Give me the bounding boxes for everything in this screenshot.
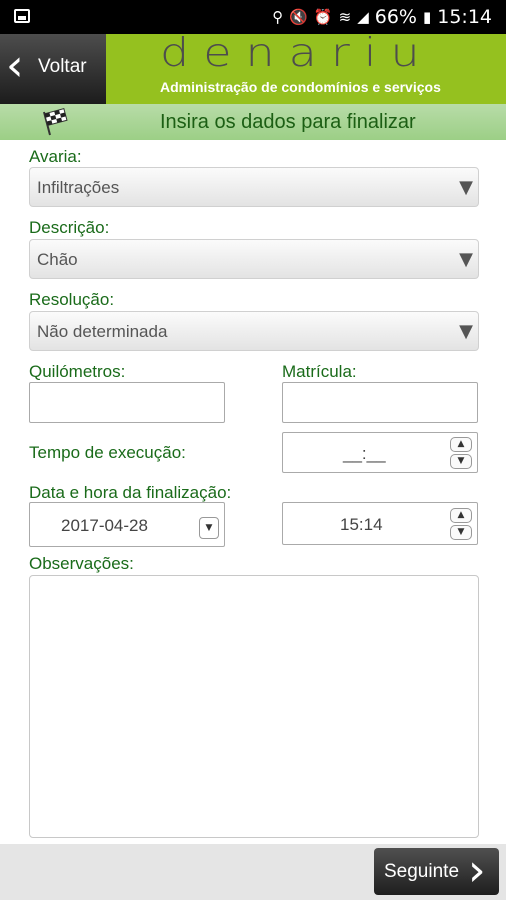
descricao-value: Chão (37, 250, 78, 269)
quilometros-label: Quilómetros: (29, 362, 126, 381)
back-button[interactable]: ‹ Voltar (0, 34, 106, 104)
spin-down-button[interactable]: ▼ (450, 454, 472, 469)
date-picker-button[interactable]: ▼ (199, 517, 219, 539)
gallery-notification-icon (14, 9, 30, 23)
avaria-select[interactable]: Infiltrações ▼ (29, 167, 479, 207)
battery-icon: ▮ (422, 8, 432, 26)
resolucao-value: Não determinada (37, 322, 168, 341)
back-button-label: Voltar (38, 56, 87, 77)
resolucao-select[interactable]: Não determinada ▼ (29, 311, 479, 351)
spin-down-button[interactable]: ▼ (450, 525, 472, 540)
date-value: 2017-04-28 (61, 516, 148, 535)
data-hora-label: Data e hora da finalização: (29, 483, 232, 502)
dropdown-arrow-icon: ▼ (459, 249, 473, 270)
banner-title: Insira os dados para finalizar (160, 111, 416, 133)
brand-logo: denariu (160, 29, 434, 76)
clock: 15:14 (437, 6, 492, 28)
descricao-label: Descrição: (29, 218, 110, 237)
battery-percent: 66% (374, 6, 417, 28)
brand-tagline: Administração de condomínios e serviços (160, 79, 441, 95)
resolucao-label: Resolução: (29, 290, 115, 309)
matricula-label: Matrícula: (282, 362, 357, 381)
dropdown-arrow-icon: ▼ (459, 321, 473, 342)
checkered-flag-icon (43, 108, 68, 136)
wifi-icon: ≋ (338, 8, 352, 26)
chevron-right-icon: › (468, 845, 486, 896)
next-button[interactable]: Seguinte › (374, 848, 499, 895)
matricula-input[interactable] (282, 382, 478, 423)
date-input[interactable]: 2017-04-28 ▼ (29, 502, 225, 547)
descricao-select[interactable]: Chão ▼ (29, 239, 479, 279)
tempo-input[interactable]: __:__ ▲ ▼ (282, 432, 478, 473)
alarm-icon: ⏰ (313, 8, 333, 26)
signal-icon: ◢ (357, 8, 369, 26)
mute-icon: 🔇 (289, 8, 308, 26)
avaria-label: Avaria: (29, 147, 82, 166)
chevron-left-icon: ‹ (6, 40, 24, 91)
tempo-label: Tempo de execução: (29, 443, 186, 462)
spin-up-button[interactable]: ▲ (450, 508, 472, 523)
observacoes-label: Observações: (29, 554, 134, 573)
time-input[interactable]: 15:14 ▲ ▼ (282, 502, 478, 545)
spin-up-button[interactable]: ▲ (450, 437, 472, 452)
tempo-value: __:__ (343, 444, 386, 463)
location-icon: ⚲ (272, 8, 284, 26)
observacoes-textarea[interactable] (29, 575, 479, 838)
time-value: 15:14 (340, 515, 383, 534)
avaria-value: Infiltrações (37, 178, 120, 197)
dropdown-arrow-icon: ▼ (459, 177, 473, 198)
quilometros-input[interactable] (29, 382, 225, 423)
next-button-label: Seguinte (384, 861, 460, 882)
status-icons: ⚲ 🔇 ⏰ ≋ ◢ 66% ▮ 15:14 (272, 6, 492, 28)
